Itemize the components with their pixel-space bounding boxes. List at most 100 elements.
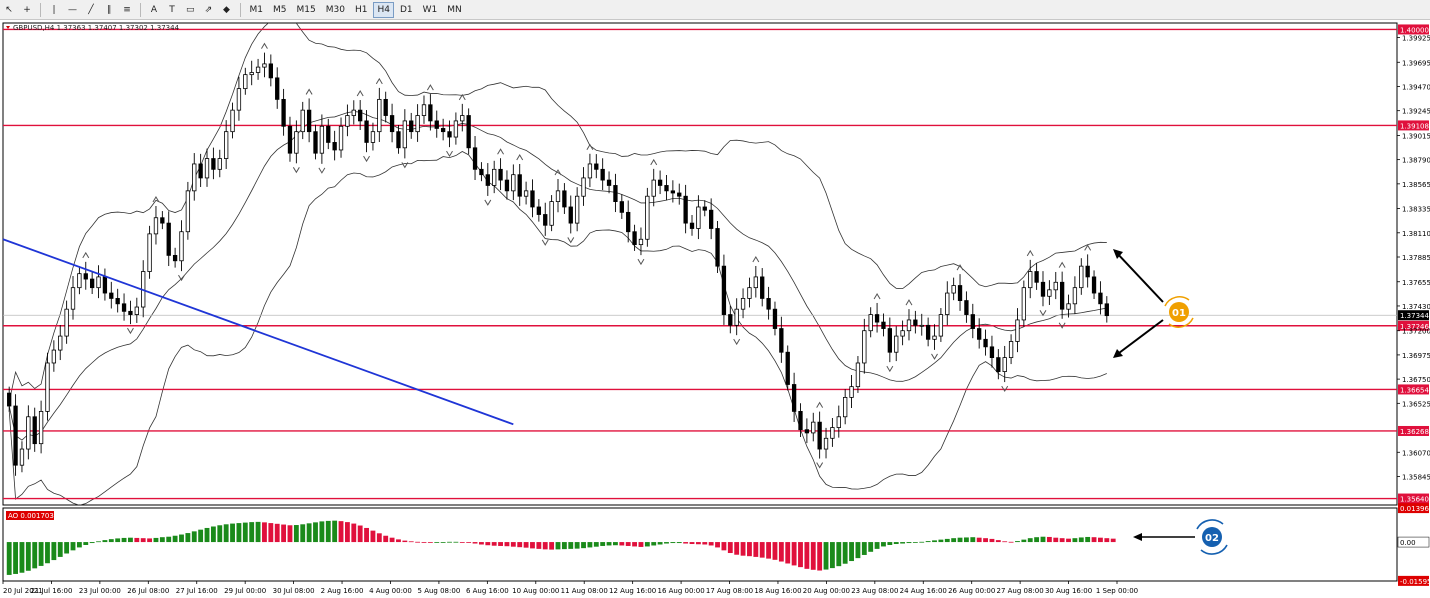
candle-body [358, 109, 363, 122]
ao-bar [530, 542, 535, 549]
ao-bar [657, 542, 663, 545]
timeframe-m15[interactable]: M15 [293, 2, 320, 18]
candle-body [760, 276, 765, 299]
ao-bar [57, 542, 63, 557]
ao-bar [766, 542, 772, 559]
candle-body [1079, 265, 1084, 289]
ao-bar [25, 542, 31, 571]
candle-body [970, 314, 975, 329]
candle-body [128, 310, 133, 315]
timeframe-m30[interactable]: M30 [322, 2, 349, 18]
ao-bar [396, 539, 401, 543]
ao-bar [351, 523, 357, 543]
toolbar: ↖ + | — ╱ ∥ ≡ A T ▭ ⇗ ◆ M1 M5 M15 M30 H1 H4 D1 W1 MN [0, 0, 1430, 20]
ao-bar [900, 542, 906, 544]
indicator-pane [2, 507, 1398, 582]
ao-bar [185, 533, 191, 543]
horizontal-line-icon[interactable]: — [64, 2, 81, 18]
vertical-line-icon[interactable]: | [46, 2, 62, 18]
time-tick-label: 12 Aug 16:00 [609, 587, 656, 595]
timeframe-d1[interactable]: D1 [396, 2, 417, 18]
candle-body [415, 115, 420, 133]
candle-body [619, 201, 624, 213]
label-icon[interactable]: T [164, 2, 180, 18]
fibonacci-icon[interactable]: ≡ [119, 2, 135, 18]
candle-body [574, 195, 580, 224]
timeframe-m5[interactable]: M5 [269, 2, 291, 18]
candle-body [243, 74, 248, 90]
candle-body [555, 190, 561, 202]
level-price-label: 1.39108 [1400, 122, 1429, 130]
candle-body [89, 278, 95, 289]
timeframe-m1[interactable]: M1 [246, 2, 268, 18]
candle-body [562, 190, 567, 208]
ao-bar [906, 542, 912, 544]
ao-bar [89, 542, 95, 544]
rectangle-icon[interactable]: ▭ [182, 2, 199, 18]
ao-bar [1091, 537, 1097, 543]
ao-bar [210, 526, 216, 543]
ao-bar [791, 542, 797, 566]
candle-body [504, 179, 510, 192]
candle-body [849, 386, 854, 398]
ao-bar [70, 542, 76, 551]
ao-bar [1072, 538, 1078, 543]
ao-bar [319, 521, 325, 543]
candle-body [396, 131, 401, 149]
candle-body [747, 287, 752, 299]
channel-icon[interactable]: ∥ [101, 2, 117, 18]
text-icon[interactable]: A [146, 2, 162, 18]
candle-body [13, 405, 18, 466]
candle-body [485, 174, 490, 186]
candle-body [409, 120, 414, 133]
timeframe-h1[interactable]: H1 [351, 2, 372, 18]
ao-bar [836, 542, 842, 567]
timeframe-mn[interactable]: MN [443, 2, 466, 18]
candle-body [453, 120, 459, 138]
candle-body [1053, 281, 1058, 291]
ao-bar [1066, 538, 1071, 543]
candle-body [530, 190, 535, 208]
crosshair-icon[interactable]: + [19, 2, 35, 18]
candle-body [345, 115, 350, 127]
ao-bar [504, 542, 510, 547]
time-tick-label: 2 Aug 16:00 [321, 587, 364, 595]
ao-bar [300, 524, 306, 543]
timeframe-w1[interactable]: W1 [419, 2, 442, 18]
trendline-icon[interactable]: ╱ [83, 2, 99, 18]
candle-body [951, 285, 956, 294]
ao-bar [874, 542, 880, 549]
arrow-icon[interactable]: ⇗ [201, 2, 217, 18]
candle-body [192, 163, 197, 192]
ao-bar [268, 523, 274, 543]
ao-bar [683, 542, 689, 544]
time-tick-label: 30 Aug 16:00 [1045, 587, 1092, 595]
ao-bar [912, 542, 918, 543]
ao-bar [306, 523, 312, 543]
candle-body [472, 147, 478, 170]
candle-body [1072, 287, 1078, 305]
timeframe-h4[interactable]: H4 [373, 1, 394, 18]
ao-bar [115, 538, 121, 543]
ao-bar [613, 542, 618, 546]
ao-bar [970, 537, 976, 543]
candle-body [147, 233, 152, 272]
ao-bar [96, 541, 101, 543]
time-tick-label: 4 Aug 00:00 [369, 587, 412, 595]
cursor-icon[interactable]: ↖ [1, 2, 17, 18]
ao-bar [364, 527, 369, 543]
candle-body [70, 287, 76, 310]
candle-body [945, 292, 950, 315]
price-tick-label: 1.39470 [1402, 83, 1430, 91]
shapes-icon[interactable]: ◆ [219, 2, 235, 18]
candle-body [447, 131, 452, 138]
ao-bar [1002, 541, 1008, 543]
price-chart[interactable]: 1.400001.391081.372461.366541.362681.356… [0, 20, 1430, 598]
ao-bar [459, 542, 465, 543]
candle-body [1059, 281, 1065, 310]
ao-bar [944, 538, 950, 543]
candle-body [1091, 276, 1097, 294]
candle-body [1098, 292, 1103, 305]
ao-bar [249, 522, 255, 543]
candle-body [281, 98, 286, 127]
